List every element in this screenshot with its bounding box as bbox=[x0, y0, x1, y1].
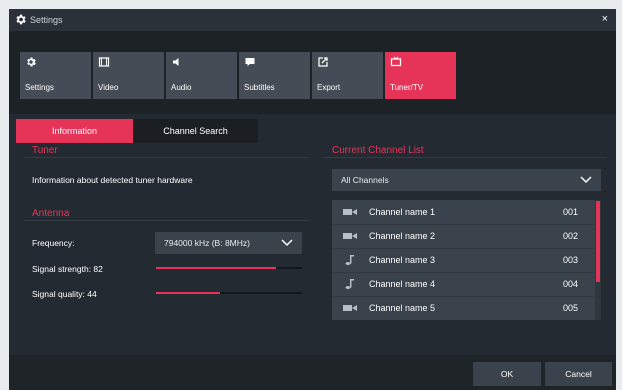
channel-name: Channel name 5 bbox=[369, 303, 436, 313]
tab-export[interactable]: Export bbox=[312, 52, 383, 99]
channel-row[interactable]: Channel name 2 002 bbox=[332, 224, 594, 248]
category-tabs: Settings Video Audio Subtitles Export Tu… bbox=[9, 31, 616, 114]
antenna-heading: Antenna bbox=[32, 208, 70, 219]
channel-row[interactable]: Channel name 5 005 bbox=[332, 296, 594, 320]
gear-icon bbox=[16, 14, 26, 25]
signal-strength-label: Signal strength: 82 bbox=[32, 264, 103, 274]
channel-filter-value: All Channels bbox=[341, 175, 389, 185]
channel-number: 002 bbox=[562, 231, 578, 241]
channel-number: 001 bbox=[562, 207, 578, 217]
film-icon bbox=[98, 57, 110, 67]
tab-tuner-tv[interactable]: Tuner/TV bbox=[385, 52, 456, 99]
channel-number: 003 bbox=[562, 255, 578, 265]
tuner-info-text: Information about detected tuner hardwar… bbox=[32, 175, 193, 185]
channel-list: Channel name 1 001 Channel name 2 002 Ch… bbox=[332, 200, 601, 320]
channel-row[interactable]: Channel name 4 004 bbox=[332, 272, 594, 296]
gear-icon bbox=[27, 57, 36, 67]
settings-window: Settings × Settings Video Audio Subtitle… bbox=[9, 9, 616, 390]
channel-list-heading: Current Channel List bbox=[332, 145, 424, 156]
cancel-button[interactable]: Cancel bbox=[545, 362, 612, 386]
dialog-footer: OK Cancel bbox=[9, 355, 616, 390]
speech-bubble-icon bbox=[245, 58, 255, 66]
title-bar: Settings × bbox=[9, 9, 616, 31]
channel-filter-select[interactable]: All Channels bbox=[332, 169, 601, 191]
ok-button[interactable]: OK bbox=[473, 362, 541, 386]
tab-label: Subtitles bbox=[244, 83, 275, 92]
tab-label: Tuner/TV bbox=[390, 83, 424, 92]
video-camera-icon bbox=[343, 305, 357, 311]
tab-information[interactable]: Information bbox=[16, 119, 133, 143]
channel-name: Channel name 2 bbox=[369, 231, 436, 241]
signal-strength-fill bbox=[156, 267, 276, 269]
tab-label: Audio bbox=[171, 83, 192, 92]
video-camera-icon bbox=[343, 233, 357, 239]
frequency-select[interactable]: 794000 kHz (B: 8MHz) bbox=[155, 232, 302, 254]
speaker-icon bbox=[173, 58, 179, 66]
tab-label: Settings bbox=[25, 83, 54, 92]
frequency-value: 794000 kHz (B: 8MHz) bbox=[164, 238, 250, 248]
signal-quality-bar bbox=[156, 292, 302, 294]
channel-name: Channel name 3 bbox=[369, 255, 436, 265]
divider bbox=[24, 220, 309, 221]
video-camera-icon bbox=[343, 209, 357, 215]
tab-label: Export bbox=[317, 83, 341, 92]
channel-name: Channel name 4 bbox=[369, 279, 436, 289]
tab-label: Video bbox=[98, 83, 119, 92]
scrollbar-thumb[interactable] bbox=[596, 201, 600, 282]
divider bbox=[324, 157, 606, 158]
signal-quality-fill bbox=[156, 292, 221, 294]
divider bbox=[24, 157, 309, 158]
frequency-label: Frequency: bbox=[32, 238, 75, 248]
window-title: Settings bbox=[30, 15, 63, 25]
music-note-icon bbox=[345, 255, 354, 265]
signal-quality-label: Signal quality: 44 bbox=[32, 289, 97, 299]
chevron-down-icon bbox=[580, 176, 592, 184]
channel-number: 004 bbox=[562, 279, 578, 289]
channel-row[interactable]: Channel name 1 001 bbox=[332, 200, 594, 224]
tab-video[interactable]: Video bbox=[93, 52, 164, 99]
music-note-icon bbox=[345, 279, 354, 289]
channel-name: Channel name 1 bbox=[369, 207, 436, 217]
export-icon bbox=[318, 57, 328, 67]
tab-audio[interactable]: Audio bbox=[166, 52, 237, 99]
tab-subtitles[interactable]: Subtitles bbox=[239, 52, 310, 99]
chevron-down-icon bbox=[281, 239, 293, 247]
tv-icon bbox=[390, 56, 402, 67]
tab-settings[interactable]: Settings bbox=[20, 52, 91, 99]
channel-row[interactable]: Channel name 3 003 bbox=[332, 248, 594, 272]
tuner-heading: Tuner bbox=[32, 145, 58, 156]
signal-strength-bar bbox=[156, 267, 302, 269]
close-button[interactable]: × bbox=[602, 13, 608, 25]
channel-number: 005 bbox=[562, 303, 578, 313]
tab-channel-search[interactable]: Channel Search bbox=[133, 119, 258, 143]
